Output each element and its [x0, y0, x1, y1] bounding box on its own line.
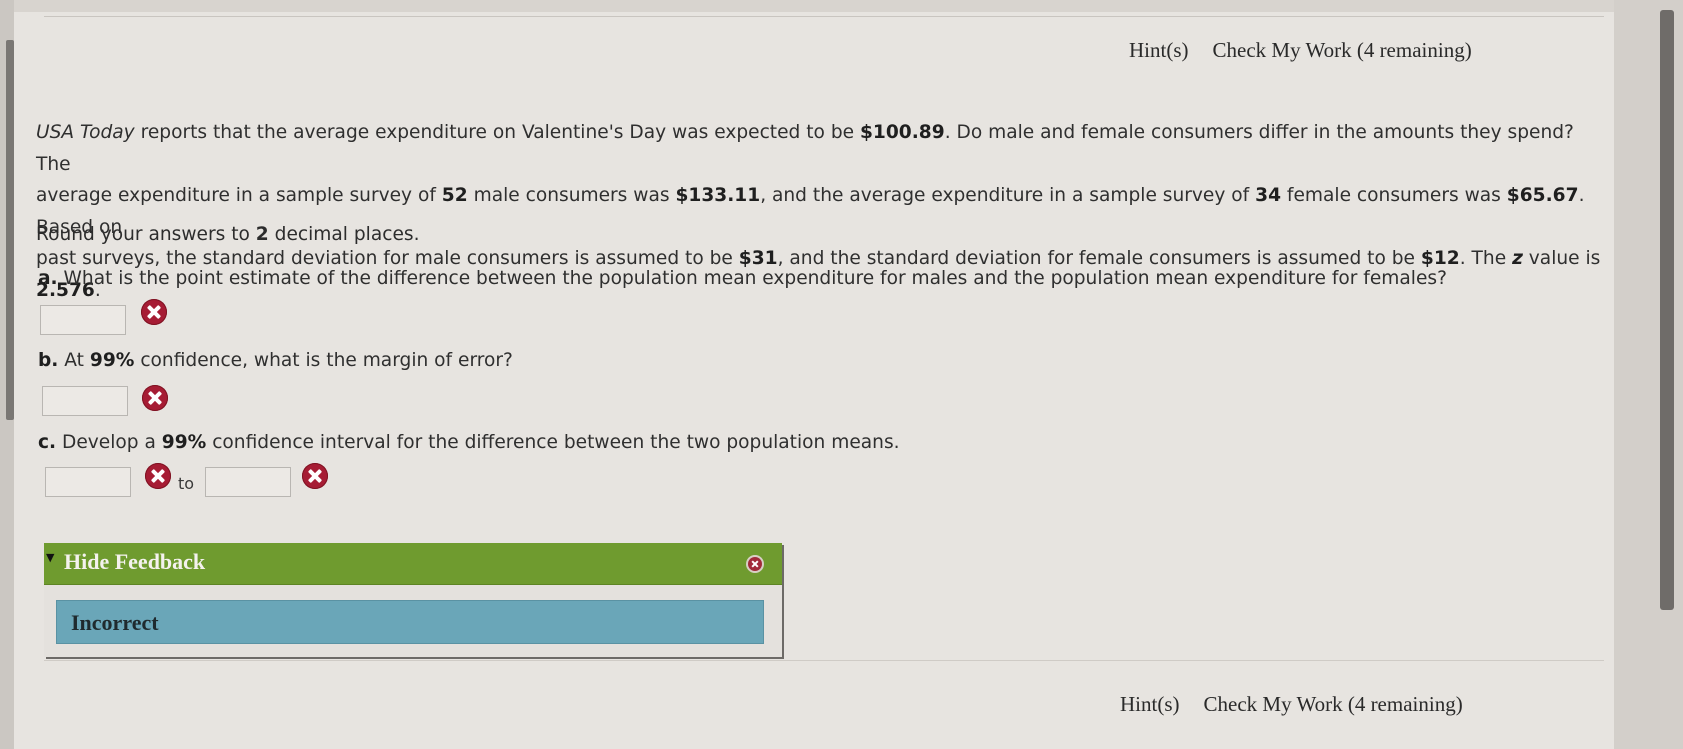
interval-lower-input[interactable]: [45, 467, 131, 497]
question-a: a. What is the point estimate of the dif…: [38, 268, 1447, 289]
incorrect-icon: [142, 385, 168, 411]
left-scrollbar-thumb[interactable]: [6, 40, 14, 420]
feedback-header[interactable]: ▼ Hide Feedback: [44, 543, 782, 585]
right-scrollbar-thumb[interactable]: [1660, 10, 1674, 610]
feedback-result: Incorrect: [71, 610, 159, 635]
question-b-text: At: [58, 350, 90, 371]
source-name: USA Today: [36, 122, 135, 143]
problem-text: past surveys, the standard deviation for…: [36, 248, 739, 269]
hints-link[interactable]: Hint(s): [1120, 692, 1180, 716]
feedback-panel: ▼ Hide Feedback Incorrect: [44, 543, 782, 657]
confidence-level: 99%: [89, 350, 135, 371]
close-icon[interactable]: [748, 557, 762, 571]
problem-text: male consumers was: [467, 185, 676, 206]
confidence-level: 99%: [161, 432, 207, 453]
female-sample-size: 34: [1255, 185, 1282, 206]
problem-line-1: USA Today reports that the average expen…: [36, 117, 1606, 180]
top-actions: Hint(s) Check My Work (4 remaining): [1129, 38, 1472, 63]
female-std-dev: $12: [1420, 248, 1460, 269]
interval-upper-input[interactable]: [205, 467, 291, 497]
question-c-text: Develop a: [56, 432, 162, 453]
incorrect-icon: [145, 463, 171, 489]
question-b-letter: b.: [38, 350, 59, 371]
interval-to-label: to: [178, 474, 195, 493]
problem-text: average expenditure in a sample survey o…: [36, 185, 442, 206]
z-symbol: z: [1512, 248, 1523, 269]
question-b: b. At 99% confidence, what is the margin…: [38, 350, 513, 371]
bottom-actions: Hint(s) Check My Work (4 remaining): [1120, 692, 1463, 717]
expected-average: $100.89: [859, 122, 945, 143]
rounding-text: Round your answers to: [36, 224, 256, 245]
question-b-text: confidence, what is the margin of error?: [134, 350, 513, 371]
left-scrollbar[interactable]: [0, 0, 14, 749]
problem-text: . The: [1459, 248, 1513, 269]
male-average: $133.11: [675, 185, 761, 206]
right-scrollbar[interactable]: [1614, 0, 1683, 749]
problem-text: , and the average expenditure in a sampl…: [760, 185, 1256, 206]
answer-a-input[interactable]: [40, 305, 126, 335]
problem-text: reports that the average expenditure on …: [134, 122, 860, 143]
answer-b-input[interactable]: [42, 386, 128, 416]
male-sample-size: 52: [441, 185, 468, 206]
problem-text: value is: [1522, 248, 1601, 269]
problem-text: , and the standard deviation for female …: [777, 248, 1421, 269]
male-std-dev: $31: [738, 248, 778, 269]
question-c: c. Develop a 99% confidence interval for…: [38, 432, 900, 453]
rounding-text: decimal places.: [268, 224, 420, 245]
incorrect-icon: [302, 463, 328, 489]
decimal-places: 2: [255, 224, 269, 245]
collapse-triangle-icon[interactable]: ▼: [46, 551, 54, 564]
hints-link[interactable]: Hint(s): [1129, 38, 1189, 62]
rounding-instruction: Round your answers to 2 decimal places.: [36, 224, 420, 245]
bottom-divider: [44, 660, 1604, 661]
question-a-letter: a.: [38, 268, 58, 289]
question-c-text: confidence interval for the difference b…: [206, 432, 900, 453]
problem-text: female consumers was: [1281, 185, 1507, 206]
question-c-letter: c.: [38, 432, 57, 453]
incorrect-icon: [141, 299, 167, 325]
question-a-text: What is the point estimate of the differ…: [57, 268, 1447, 289]
feedback-result-box: Incorrect: [56, 600, 764, 644]
hide-feedback-label[interactable]: Hide Feedback: [64, 549, 205, 575]
check-my-work-link[interactable]: Check My Work (4 remaining): [1213, 38, 1472, 62]
check-my-work-link[interactable]: Check My Work (4 remaining): [1204, 692, 1463, 716]
female-average: $65.67: [1506, 185, 1579, 206]
top-divider: [44, 16, 1604, 17]
